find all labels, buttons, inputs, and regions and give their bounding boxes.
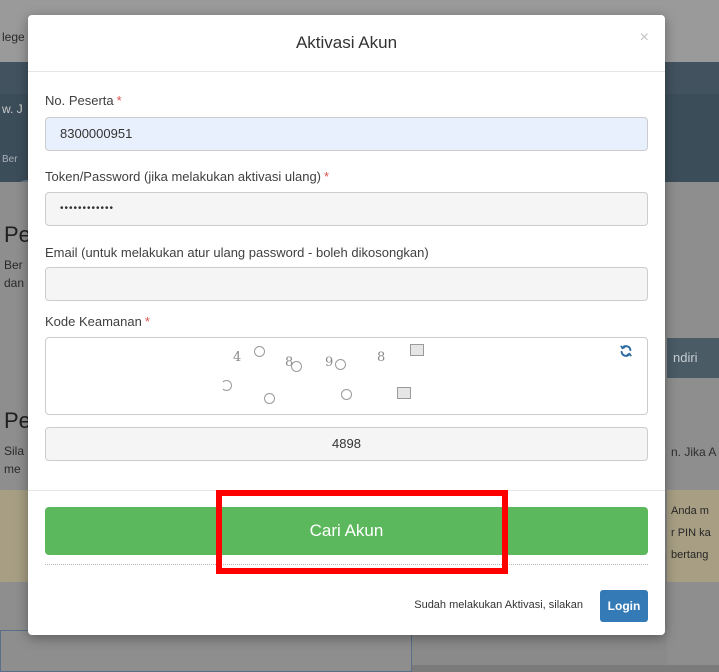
background-warning-right: Anda m r PIN ka bertang — [667, 490, 719, 582]
no-peserta-label-text: No. Peserta — [45, 93, 114, 108]
background-text: n. Jika A — [671, 445, 717, 459]
background-text: w. J — [2, 102, 23, 116]
background-right-tab: ndiri — [667, 338, 719, 378]
no-peserta-label: No. Peserta * — [45, 93, 122, 108]
no-peserta-input[interactable]: 8300000951 — [45, 117, 648, 151]
captcha-noise — [341, 389, 352, 400]
background-text: bertang — [671, 549, 709, 561]
refresh-icon[interactable] — [619, 344, 633, 358]
kode-keamanan-label: Kode Keamanan * — [45, 314, 150, 329]
background-right-column — [667, 182, 719, 665]
token-password-input[interactable]: •••••••••••• — [45, 192, 648, 226]
token-label-text: Token/Password (jika melakukan aktivasi … — [45, 169, 322, 184]
footer-divider — [45, 564, 648, 565]
login-prompt-text: Sudah melakukan Aktivasi, silakan — [414, 599, 583, 611]
modal-divider — [28, 490, 665, 491]
login-button[interactable]: Login — [600, 590, 648, 622]
captcha-char: 9 — [325, 355, 334, 370]
background-warning-left — [0, 490, 30, 582]
captcha-noise — [291, 361, 302, 372]
background-heading: Pe — [4, 408, 31, 433]
captcha-noise — [254, 346, 265, 357]
captcha-input[interactable]: 4898 — [45, 427, 648, 461]
background-text: me — [4, 462, 21, 476]
captcha-noise — [264, 393, 275, 404]
background-heading: Pe — [4, 222, 31, 247]
required-mark: * — [116, 93, 122, 108]
email-label: Email (untuk melakukan atur ulang passwo… — [45, 245, 429, 260]
captcha-char: 8 — [377, 350, 386, 365]
captcha-noise — [335, 359, 346, 370]
token-label: Token/Password (jika melakukan aktivasi … — [45, 169, 329, 184]
background-text: Ber — [2, 154, 18, 165]
background-text: r PIN ka — [671, 527, 711, 539]
modal-title: Aktivasi Akun — [295, 33, 398, 52]
activation-modal: Aktivasi Akun × No. Peserta * 8300000951 … — [28, 15, 665, 635]
required-mark: * — [144, 314, 150, 329]
background-text: lege — [2, 30, 25, 44]
email-input[interactable] — [45, 267, 648, 301]
background-text: Sila — [4, 444, 25, 458]
captcha-char: 4 — [233, 350, 242, 365]
kode-keamanan-label-text: Kode Keamanan — [45, 314, 142, 329]
background-text: dan — [4, 276, 25, 290]
background-text: Anda m — [671, 505, 709, 517]
captcha-noise — [397, 387, 411, 399]
background-bottom-panel — [0, 630, 412, 672]
close-icon[interactable]: × — [640, 29, 649, 47]
captcha-image: 4 8 9 8 — [45, 337, 648, 415]
cari-akun-button[interactable]: Cari Akun — [45, 507, 648, 555]
email-label-text: Email (untuk melakukan atur ulang passwo… — [45, 245, 429, 260]
captcha-noise — [221, 380, 232, 391]
captcha-noise — [410, 344, 424, 356]
background-text: Ber — [4, 258, 23, 272]
required-mark: * — [324, 169, 330, 184]
modal-header: Aktivasi Akun × — [28, 15, 665, 72]
